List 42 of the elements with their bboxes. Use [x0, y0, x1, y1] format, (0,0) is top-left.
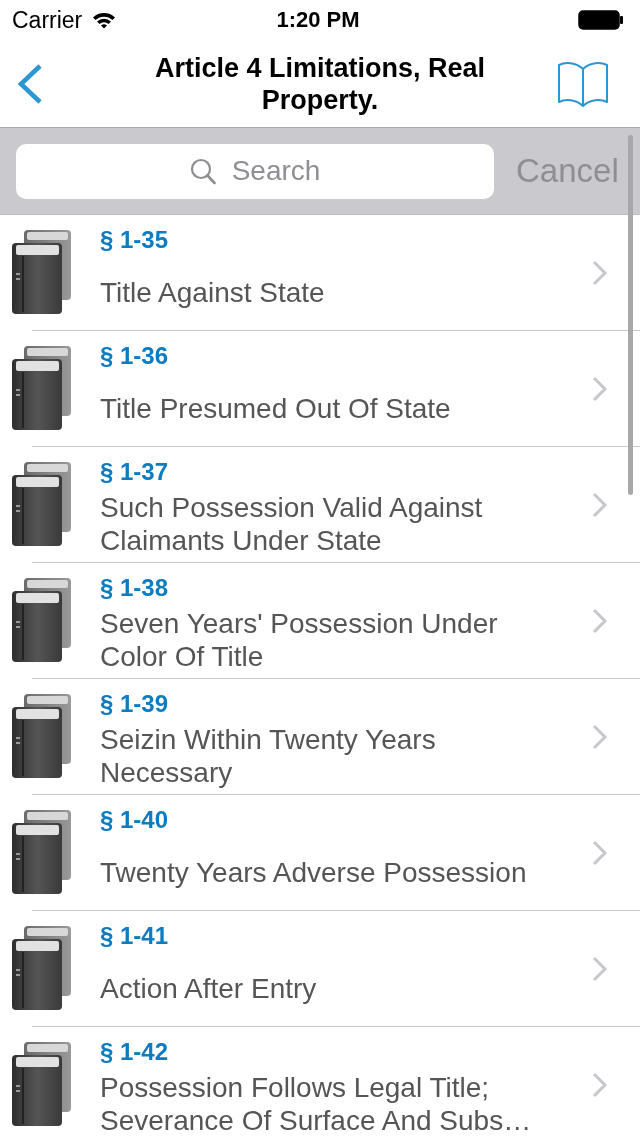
section-number: § 1-37: [100, 458, 169, 486]
search-icon: [190, 157, 216, 185]
section-title: Possession Follows Legal Title; Severance Of Surface And Subs…: [100, 1071, 533, 1136]
status-time: 1:20 PM: [276, 7, 360, 33]
section-title: Seizin Within Twenty Years Necessary: [100, 723, 437, 789]
chevron-icon: [592, 492, 608, 518]
chevron-icon: [592, 956, 608, 982]
open-book-icon: [557, 60, 609, 107]
section-title: Title Presumed Out Of State: [100, 391, 451, 425]
books-icon: [12, 345, 74, 431]
books-icon: [12, 809, 74, 895]
chevron-icon: [592, 260, 608, 286]
section-title: Twenty Years Adverse Possession: [100, 855, 527, 889]
battery-icon: [578, 10, 624, 30]
books-icon: [12, 1041, 74, 1127]
chevron-icon: [592, 724, 608, 750]
chevron-icon: [592, 376, 608, 402]
section-number: § 1-35: [100, 226, 169, 254]
chevron-icon: [592, 1072, 608, 1098]
books-icon: [12, 229, 74, 315]
wifi-icon: [92, 11, 117, 29]
carrier-label: Carrier: [12, 7, 83, 33]
section-number: § 1-39: [100, 690, 169, 718]
section-number: § 1-38: [100, 574, 169, 602]
books-icon: [12, 925, 74, 1011]
books-icon: [12, 577, 74, 663]
books-icon: [12, 693, 74, 779]
section-number: § 1-36: [100, 342, 169, 370]
back-chevron-icon: [16, 62, 44, 105]
books-icon: [12, 461, 74, 547]
nav-title: Article 4 Limitations, Real Property.: [153, 51, 487, 116]
section-number: § 1-41: [100, 922, 169, 950]
section-title: Seven Years' Possession Under Color Of Title: [100, 607, 499, 673]
section-title: Such Possession Valid Against Claimants Under State: [100, 491, 484, 557]
section-number: § 1-42: [100, 1038, 169, 1066]
section-number: § 1-40: [100, 806, 169, 834]
section-title: Title Against State: [100, 275, 325, 309]
book-button[interactable]: [556, 59, 610, 108]
chevron-icon: [592, 608, 608, 634]
chevron-icon: [592, 840, 608, 866]
section-title: Action After Entry: [100, 971, 317, 1005]
search-field[interactable]: Search: [16, 143, 494, 199]
